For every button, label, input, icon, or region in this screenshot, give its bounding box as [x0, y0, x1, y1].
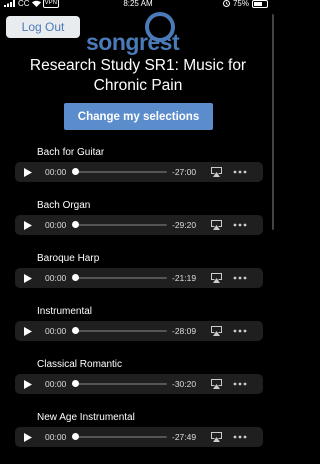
play-icon[interactable]: [24, 220, 32, 230]
progress-knob[interactable]: [72, 327, 79, 334]
progress-knob[interactable]: [72, 380, 79, 387]
play-icon[interactable]: [24, 432, 32, 442]
logo-text: songrest: [86, 29, 180, 55]
track-title: Instrumental: [37, 306, 93, 317]
logout-button[interactable]: Log Out: [6, 16, 80, 38]
current-time: 00:00: [45, 167, 67, 177]
track-item: Baroque Harp 00:00 -21:19: [0, 252, 276, 305]
airplay-icon[interactable]: [210, 379, 223, 389]
more-options-icon[interactable]: [233, 223, 247, 227]
battery-icon: [252, 0, 268, 8]
progress-slider[interactable]: [72, 380, 167, 387]
airplay-icon[interactable]: [210, 326, 223, 336]
remaining-time: -30:20: [172, 379, 197, 389]
audio-player: 00:00 -27:49: [15, 427, 263, 447]
progress-knob[interactable]: [72, 433, 79, 440]
remaining-time: -28:09: [172, 326, 197, 336]
track-title: Bach Organ: [37, 200, 91, 211]
play-icon[interactable]: [24, 273, 32, 283]
airplay-icon[interactable]: [210, 432, 223, 442]
track-title: New Age Instrumental: [37, 412, 135, 423]
progress-slider[interactable]: [72, 433, 167, 440]
track-item: Bach Organ 00:00 -29:20: [0, 199, 276, 252]
track-item: Bach for Guitar 00:00 -27:00: [0, 146, 276, 199]
change-selections-button[interactable]: Change my selections: [64, 103, 213, 130]
scroll-indicator[interactable]: [272, 14, 274, 230]
play-icon[interactable]: [24, 326, 32, 336]
play-icon[interactable]: [24, 167, 32, 177]
songrest-logo: songrest: [86, 10, 190, 54]
more-options-icon[interactable]: [233, 276, 247, 280]
remaining-time: -29:20: [172, 220, 197, 230]
current-time: 00:00: [45, 432, 67, 442]
more-options-icon[interactable]: [233, 329, 247, 333]
progress-knob[interactable]: [72, 221, 79, 228]
remaining-time: -21:19: [172, 273, 197, 283]
alarm-icon: [222, 0, 230, 7]
audio-player: 00:00 -29:20: [15, 215, 263, 235]
track-list: Bach for Guitar 00:00 -27:00 Bach Organ: [0, 146, 276, 464]
airplay-icon[interactable]: [210, 167, 223, 177]
progress-slider[interactable]: [72, 221, 167, 228]
current-time: 00:00: [45, 379, 67, 389]
more-options-icon[interactable]: [233, 382, 247, 386]
current-time: 00:00: [45, 273, 67, 283]
airplay-icon[interactable]: [210, 220, 223, 230]
battery-fill: [254, 1, 263, 6]
track-title: Baroque Harp: [37, 253, 100, 264]
progress-slider[interactable]: [72, 168, 167, 175]
track-item: New Age Instrumental 00:00 -27:49: [0, 411, 276, 464]
page-title: Research Study SR1: Music for Chronic Pa…: [29, 57, 247, 94]
battery-percent: 75%: [232, 0, 249, 8]
more-options-icon[interactable]: [233, 170, 247, 174]
audio-player: 00:00 -28:09: [15, 321, 263, 341]
remaining-time: -27:49: [172, 432, 197, 442]
audio-player: 00:00 -27:00: [15, 162, 263, 182]
airplay-icon[interactable]: [210, 273, 223, 283]
track-title: Bach for Guitar: [37, 147, 105, 158]
track-item: Classical Romantic 00:00 -30:20: [0, 358, 276, 411]
progress-slider[interactable]: [72, 274, 167, 281]
status-right: 75%: [222, 0, 268, 8]
audio-player: 00:00 -30:20: [15, 374, 263, 394]
play-icon[interactable]: [24, 379, 32, 389]
progress-knob[interactable]: [72, 168, 79, 175]
remaining-time: -27:00: [172, 167, 197, 177]
current-time: 00:00: [45, 220, 67, 230]
progress-slider[interactable]: [72, 327, 167, 334]
current-time: 00:00: [45, 326, 67, 336]
progress-knob[interactable]: [72, 274, 79, 281]
more-options-icon[interactable]: [233, 435, 247, 439]
track-item: Instrumental 00:00 -28:09: [0, 305, 276, 358]
track-title: Classical Romantic: [37, 359, 123, 370]
audio-player: 00:00 -21:19: [15, 268, 263, 288]
